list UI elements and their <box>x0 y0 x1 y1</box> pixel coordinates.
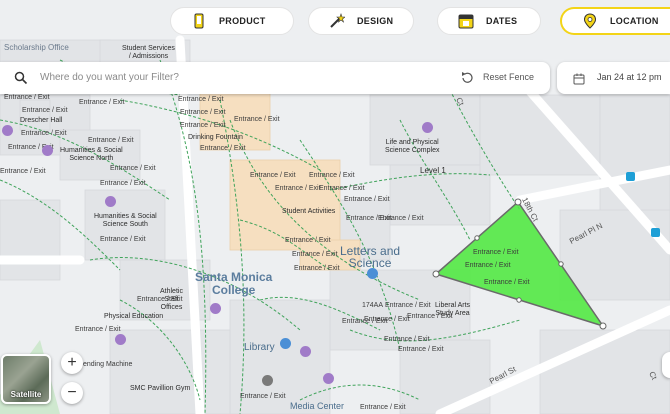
label-entrance: Entrance / Exit <box>378 215 424 222</box>
poi-pin-icon[interactable] <box>2 125 13 136</box>
label-entrance: Entrance / Exit <box>294 265 340 272</box>
reset-icon <box>460 71 474 90</box>
library-pin-icon[interactable] <box>280 338 291 349</box>
label-entrance: Entrance / Exit <box>0 168 46 175</box>
label-drinking-fountain: Drinking Fountain <box>188 134 243 141</box>
label-entrance: Entrance / Exit <box>75 326 121 333</box>
tab-label: LOCATION <box>610 16 659 26</box>
label-entrance: Entrance / Exit <box>385 302 431 309</box>
poi-pin-icon[interactable] <box>105 196 116 207</box>
top-tabs: PRODUCT DESIGN DATES LOCATION <box>0 0 670 44</box>
label-entrance: Entrance / Exit <box>240 393 286 400</box>
label-smc-pavilion: SMC Pavillion Gym <box>130 385 191 392</box>
label-174aa: 174AA <box>362 302 384 309</box>
transit-icon[interactable] <box>651 228 660 237</box>
poi-pin-icon[interactable] <box>115 334 126 345</box>
label-media-center: Media Center <box>290 401 345 411</box>
satellite-label: Satellite <box>10 390 42 399</box>
label-entrance: Entrance / Exit <box>407 313 453 320</box>
side-panel-handle[interactable] <box>662 352 670 378</box>
location-search-bar: Where do you want your Filter? Reset Fen… <box>0 62 550 94</box>
label-entrance: Entrance / Exit <box>22 107 68 114</box>
label-entrance: Entrance / Exit <box>250 172 296 179</box>
label-entrance: Entrance / Exit <box>473 249 519 256</box>
transit-icon[interactable] <box>626 172 635 181</box>
poi-pin-icon[interactable] <box>210 303 221 314</box>
label-entrance: Entrance / Exit <box>319 185 365 192</box>
calendar-icon <box>458 13 474 29</box>
poi-pin-icon[interactable] <box>300 346 311 357</box>
label-entrance: Entrance / Exit <box>285 237 331 244</box>
tab-label: PRODUCT <box>219 16 266 26</box>
label-entrance: Entrance / Exit <box>292 251 338 258</box>
label-entrance: Entrance / Exit <box>398 346 444 353</box>
poi-pin-icon[interactable] <box>422 122 433 133</box>
label-entrance: Entrance / Exit <box>234 116 280 123</box>
label-entrance: Entrance / Exit <box>180 122 226 129</box>
poi-pin-icon[interactable] <box>323 373 334 384</box>
label-entrance: Entrance / Exit <box>360 404 406 411</box>
label-entrance: Entrance / Exit <box>88 137 134 144</box>
label-entrance: Entrance / Exit <box>342 318 388 325</box>
label-entrance: Entrance / Exit <box>484 279 530 286</box>
label-santa-monica-college: Santa Monica College <box>195 270 273 297</box>
label-letters-science: Letters and Science <box>340 244 401 270</box>
zoom-out-button[interactable]: − <box>61 382 83 404</box>
tab-label: DATES <box>486 16 518 26</box>
label-student-services: Student Services / Admissions <box>122 45 175 60</box>
label-phys-ed: Physical Education <box>104 313 164 320</box>
zoom-in-button[interactable]: + <box>61 352 83 374</box>
phone-icon <box>191 13 207 29</box>
label-entrance: Entrance / Exit <box>100 236 146 243</box>
label-entrance: Entrance / Exit <box>465 262 511 269</box>
label-entrance: Entrance / Exit <box>79 99 125 106</box>
poi-pin-icon[interactable] <box>42 145 53 156</box>
magic-wand-icon <box>329 13 346 29</box>
tab-location[interactable]: LOCATION <box>560 7 670 35</box>
label-entrance: Entrance / Exit <box>180 109 226 116</box>
search-icon <box>14 71 28 90</box>
museum-pin-icon[interactable] <box>262 375 273 386</box>
label-entrance: Entrance / Exit <box>21 130 67 137</box>
label-student-activities: Student Activities <box>282 208 336 215</box>
label-library: Library <box>244 342 275 353</box>
label-entrance: Entrance / Exit <box>309 172 355 179</box>
label-entrance: Entrance / Exit <box>384 336 430 343</box>
label-entrance: Entrance / Exit <box>137 296 183 303</box>
label-entrance: Entrance / Exit <box>200 145 246 152</box>
label-entrance: Entrance / Exit <box>100 180 146 187</box>
tab-dates[interactable]: DATES <box>437 7 541 35</box>
label-scholarship-office: Scholarship Office <box>4 43 69 52</box>
tab-label: DESIGN <box>357 16 394 26</box>
location-pin-icon <box>582 13 598 29</box>
search-input[interactable]: Where do you want your Filter? <box>40 72 179 83</box>
date-selector[interactable]: Jan 24 at 12 pm <box>557 62 670 94</box>
label-level-1: Level 1 <box>420 166 446 175</box>
label-entrance: Entrance / Exit <box>4 94 50 101</box>
date-label: Jan 24 at 12 pm <box>597 72 662 82</box>
tab-product[interactable]: PRODUCT <box>170 7 294 35</box>
satellite-toggle[interactable]: Satellite <box>1 354 51 404</box>
label-life-physical: Life and Physical Science Complex <box>385 139 440 154</box>
school-pin-icon[interactable] <box>367 268 378 279</box>
label-hss-south: Humanities & Social Science South <box>94 213 157 228</box>
label-entrance: Entrance / Exit <box>344 196 390 203</box>
label-entrance: Entrance / Exit <box>275 185 321 192</box>
label-entrance: Entrance / Exit <box>110 165 156 172</box>
label-vending: ending Machine <box>83 361 133 368</box>
reset-fence-button[interactable]: Reset Fence <box>483 72 534 82</box>
label-entrance: Entrance / Exit <box>178 96 224 103</box>
calendar-small-icon <box>573 72 585 90</box>
label-drescher-hall: Drescher Hall <box>20 117 63 124</box>
label-hss-north: Humanities & Social Science North <box>60 147 123 162</box>
tab-design[interactable]: DESIGN <box>308 7 414 35</box>
